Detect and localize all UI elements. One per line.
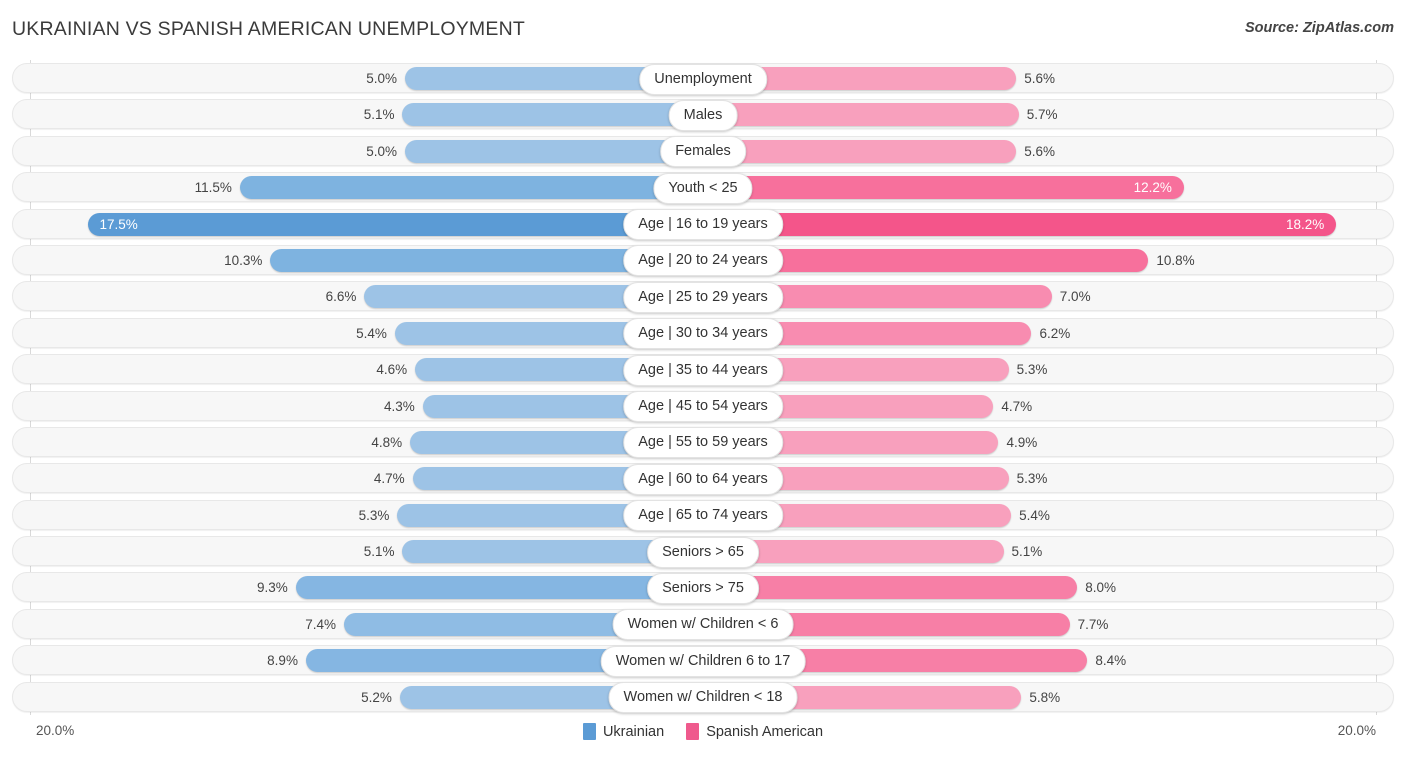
chart-row: 8.9% 8.4% Women w/ Children 6 to 17 <box>0 642 1406 678</box>
category-label-pill: Women w/ Children < 18 <box>608 682 798 714</box>
value-label-spanish-american: 4.7% <box>1001 398 1033 414</box>
category-label-pill: Age | 65 to 74 years <box>623 500 783 532</box>
value-label-ukrainian: 5.3% <box>358 507 390 523</box>
value-label-ukrainian: 8.9% <box>267 653 298 669</box>
chart-row: 11.5% 12.2% Youth < 25 <box>0 169 1406 205</box>
value-label-spanish-american: 5.3% <box>1016 362 1048 378</box>
category-label-pill: Seniors > 65 <box>647 536 759 568</box>
value-label-spanish-american: 18.2% <box>1286 216 1325 232</box>
value-label-spanish-american: 10.8% <box>1156 252 1195 268</box>
category-label-pill: Age | 45 to 54 years <box>623 391 783 423</box>
value-label-ukrainian: 5.0% <box>366 143 397 159</box>
chart-row: 4.3% 4.7% Age | 45 to 54 years <box>0 388 1406 424</box>
category-label-pill: Age | 25 to 29 years <box>623 281 783 313</box>
chart-row: 4.8% 4.9% Age | 55 to 59 years <box>0 424 1406 460</box>
chart-row: 9.3% 8.0% Seniors > 75 <box>0 569 1406 605</box>
chart-row: 5.4% 6.2% Age | 30 to 34 years <box>0 315 1406 351</box>
bar-spanish-american[interactable] <box>703 103 1019 127</box>
chart-row: 5.0% 5.6% Females <box>0 133 1406 169</box>
value-label-spanish-american: 5.6% <box>1024 71 1056 86</box>
category-label-pill: Age | 20 to 24 years <box>623 245 783 277</box>
value-label-ukrainian: 7.4% <box>305 616 337 632</box>
category-label-pill: Seniors > 75 <box>647 572 759 604</box>
category-label-pill: Males <box>668 99 738 131</box>
chart-row: 6.6% 7.0% Age | 25 to 29 years <box>0 278 1406 314</box>
legend-label: Spanish American <box>706 723 824 740</box>
category-label-pill: Age | 16 to 19 years <box>623 209 783 241</box>
value-label-ukrainian: 6.6% <box>325 289 357 305</box>
chart-row: 5.1% 5.1% Seniors > 65 <box>0 533 1406 569</box>
bar-spanish-american[interactable] <box>703 576 1078 600</box>
source-attribution: Source: ZipAtlas.com <box>1244 20 1394 36</box>
value-label-spanish-american: 5.1% <box>1011 544 1043 560</box>
category-label-pill: Unemployment <box>639 63 767 95</box>
value-label-ukrainian: 11.5% <box>194 180 232 196</box>
value-label-ukrainian: 10.3% <box>224 252 263 268</box>
value-label-ukrainian: 5.4% <box>356 325 387 341</box>
chart-row: 5.2% 5.8% Women w/ Children < 18 <box>0 679 1406 715</box>
value-label-spanish-american: 6.2% <box>1039 325 1071 341</box>
category-label-pill: Youth < 25 <box>653 172 753 204</box>
value-label-spanish-american: 7.0% <box>1059 289 1091 305</box>
chart-footer: 20.0% 20.0% Ukrainian Spanish American <box>0 718 1406 757</box>
chart-header: UKRAINIAN VS SPANISH AMERICAN UNEMPLOYME… <box>0 0 1406 58</box>
value-label-spanish-american: 7.7% <box>1077 616 1109 632</box>
chart-row: 4.7% 5.3% Age | 60 to 64 years <box>0 460 1406 496</box>
value-label-ukrainian: 5.1% <box>363 544 395 560</box>
legend-item-spanish-american[interactable]: Spanish American <box>686 723 823 740</box>
value-label-spanish-american: 5.6% <box>1024 143 1056 159</box>
category-label-pill: Females <box>660 136 746 168</box>
chart-row: 17.5% 18.2% Age | 16 to 19 years <box>0 206 1406 242</box>
legend-swatch-spanish-american <box>686 723 700 740</box>
legend-swatch-ukrainian <box>582 723 596 740</box>
category-label-pill: Age | 35 to 44 years <box>623 354 783 386</box>
page-title: UKRAINIAN VS SPANISH AMERICAN UNEMPLOYME… <box>12 18 525 40</box>
value-label-spanish-american: 12.2% <box>1133 180 1172 196</box>
value-label-spanish-american: 5.3% <box>1016 471 1048 487</box>
bar-ukrainian[interactable] <box>87 212 703 236</box>
value-label-ukrainian: 4.7% <box>373 471 405 487</box>
chart-row: 10.3% 10.8% Age | 20 to 24 years <box>0 242 1406 278</box>
value-label-ukrainian: 17.5% <box>99 216 138 232</box>
bar-spanish-american[interactable] <box>703 212 1337 236</box>
chart-legend: Ukrainian Spanish American <box>0 723 1406 740</box>
value-label-ukrainian: 5.2% <box>361 689 392 705</box>
chart-row: 5.0% 5.6% Unemployment <box>0 60 1406 96</box>
value-label-spanish-american: 4.9% <box>1006 434 1038 450</box>
category-label-pill: Age | 30 to 34 years <box>623 318 783 350</box>
chart-row: 4.6% 5.3% Age | 35 to 44 years <box>0 351 1406 387</box>
value-label-ukrainian: 5.0% <box>366 71 397 86</box>
chart-rows: 5.0% 5.6% Unemployment 5.1% 5.7% Males 5.0% 5.6… <box>0 60 1406 715</box>
value-label-ukrainian: 5.1% <box>363 107 395 123</box>
value-label-spanish-american: 8.0% <box>1085 580 1116 596</box>
value-label-ukrainian: 4.3% <box>384 398 415 414</box>
category-label-pill: Age | 60 to 64 years <box>623 463 783 495</box>
bar-ukrainian[interactable] <box>295 576 703 600</box>
bar-spanish-american[interactable] <box>703 139 1017 163</box>
bar-ukrainian[interactable] <box>405 139 703 163</box>
chart-row: 7.4% 7.7% Women w/ Children < 6 <box>0 606 1406 642</box>
value-label-spanish-american: 5.7% <box>1026 107 1058 123</box>
bar-spanish-american[interactable] <box>703 176 1184 200</box>
value-label-ukrainian: 4.8% <box>371 434 403 450</box>
value-label-spanish-american: 5.8% <box>1029 689 1061 705</box>
chart-row: 5.1% 5.7% Males <box>0 96 1406 132</box>
chart-plot-area: 5.0% 5.6% Unemployment 5.1% 5.7% Males 5.0% 5.6… <box>0 60 1406 718</box>
legend-label: Ukrainian <box>602 723 665 740</box>
value-label-ukrainian: 9.3% <box>257 580 288 596</box>
legend-item-ukrainian[interactable]: Ukrainian <box>582 723 665 740</box>
category-label-pill: Women w/ Children 6 to 17 <box>600 645 806 677</box>
value-label-spanish-american: 8.4% <box>1095 653 1127 669</box>
bar-ukrainian[interactable] <box>402 103 703 127</box>
category-label-pill: Women w/ Children < 6 <box>612 609 794 641</box>
value-label-spanish-american: 5.4% <box>1019 507 1050 523</box>
bar-ukrainian[interactable] <box>239 176 703 200</box>
value-label-ukrainian: 4.6% <box>376 362 408 378</box>
chart-row: 5.3% 5.4% Age | 65 to 74 years <box>0 497 1406 533</box>
category-label-pill: Age | 55 to 59 years <box>623 427 783 459</box>
